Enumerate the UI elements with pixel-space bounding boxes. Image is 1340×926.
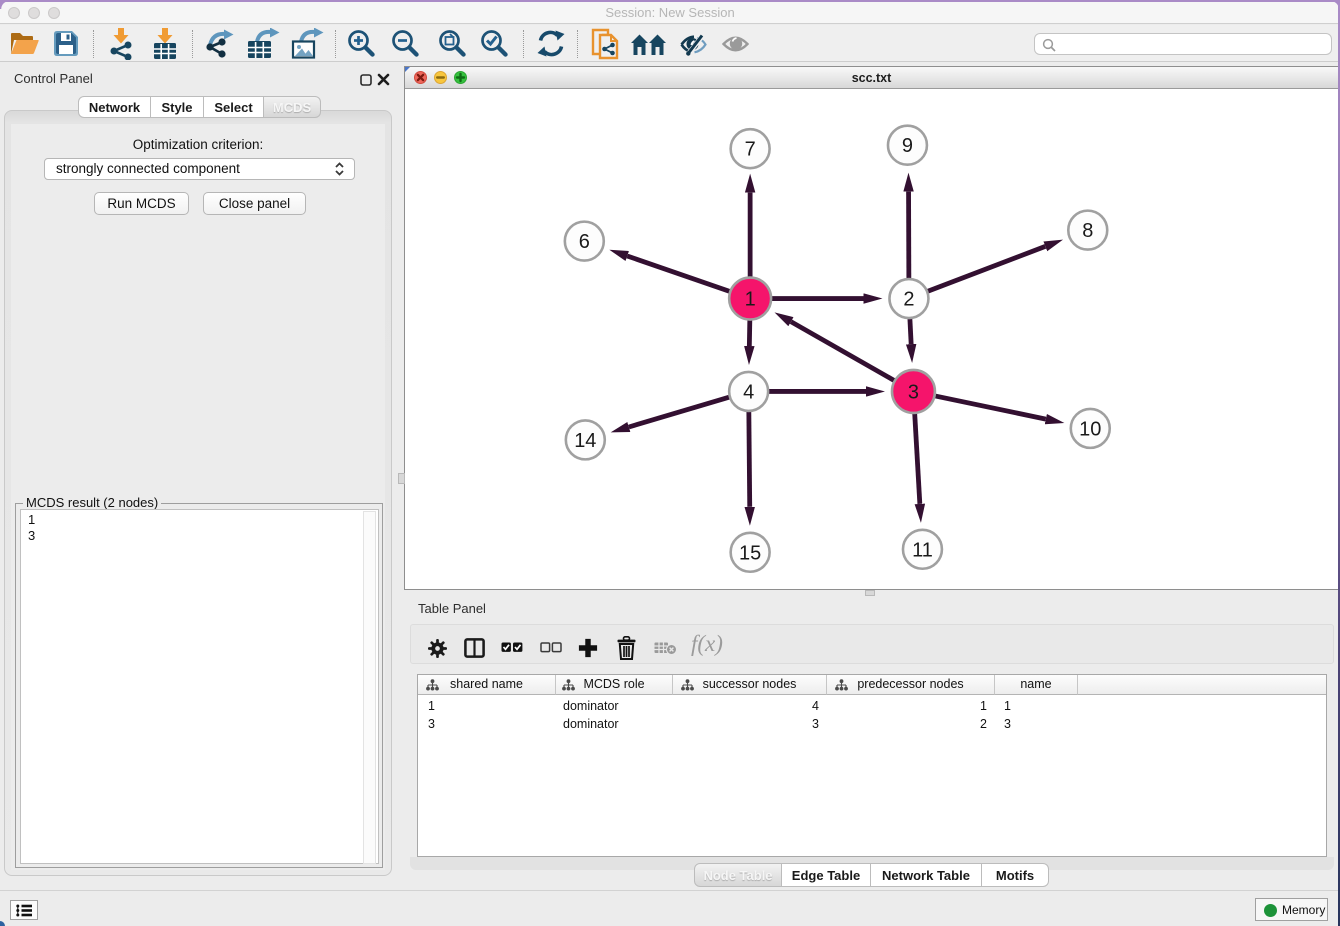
svg-text:10: 10: [1079, 418, 1101, 440]
svg-text:8: 8: [1082, 220, 1093, 242]
svg-text:14: 14: [574, 430, 596, 452]
svg-text:6: 6: [579, 231, 590, 253]
svg-text:11: 11: [912, 539, 933, 561]
svg-text:15: 15: [739, 542, 761, 564]
svg-text:3: 3: [908, 381, 919, 403]
svg-text:7: 7: [745, 139, 756, 161]
svg-text:9: 9: [902, 135, 913, 157]
svg-text:2: 2: [903, 289, 914, 311]
svg-text:4: 4: [743, 381, 754, 403]
svg-text:1: 1: [745, 289, 756, 311]
